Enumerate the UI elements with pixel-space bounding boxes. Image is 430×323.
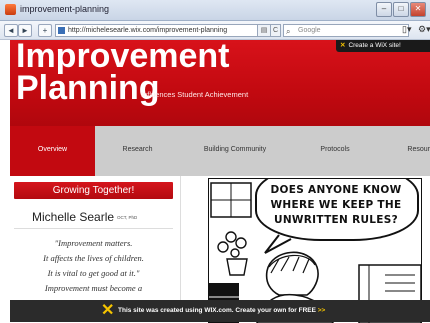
quote-line: It affects the lives of children.: [43, 253, 144, 263]
address-text: http://michelesearle.wix.com/improvement…: [68, 27, 228, 34]
quote-line: Improvement must become a: [44, 283, 143, 293]
back-button[interactable]: ◄: [4, 24, 18, 37]
search-placeholder: Google: [298, 27, 321, 34]
wix-promo-message: This site was created using WIX.com. Cre…: [118, 300, 325, 322]
author-credentials: OCT, PhD: [117, 215, 138, 221]
quote-line: "Improvement matters.: [54, 238, 133, 248]
nav-item-overview[interactable]: Overview: [10, 126, 95, 176]
forward-button[interactable]: ►: [18, 24, 32, 37]
author-name: Michelle Searle OCT, PhD: [32, 210, 137, 224]
wix-promo-bar[interactable]: ✕ This site was created using WIX.com. C…: [10, 300, 430, 322]
site-nav: Overview Research Building Community Pro…: [10, 126, 430, 176]
window-titlebar: improvement-planning – □ ✕: [0, 0, 430, 21]
quote-line: It is vital to get good at it.": [47, 268, 140, 278]
nav-item-research[interactable]: Research: [95, 126, 180, 176]
address-bar[interactable]: http://michelesearle.wix.com/improvement…: [55, 24, 265, 37]
sidebar-divider: [14, 228, 173, 229]
wix-promo-text: This site was created using WIX.com. Cre…: [118, 307, 316, 314]
refresh-button[interactable]: C: [270, 24, 281, 37]
create-wix-site-label: Create a WiX site!: [348, 42, 401, 49]
site-favicon-icon: [58, 27, 65, 34]
logo-line-2: Planning: [16, 69, 160, 107]
minimize-button[interactable]: –: [376, 2, 392, 17]
page-menu-icon[interactable]: ▯▾: [402, 24, 411, 35]
wix-promo-arrows: >>: [317, 307, 326, 314]
rss-icon[interactable]: ▤: [257, 24, 271, 37]
nav-item-resources[interactable]: Resour: [380, 126, 430, 176]
wix-x-icon: ✕: [340, 42, 346, 49]
create-wix-site-link[interactable]: ✕ Create a WiX site!: [336, 40, 430, 52]
window-controls: – □ ✕: [376, 2, 426, 17]
wix-x-icon: ✕: [101, 302, 115, 319]
site-tagline: Influences Student Achievement: [141, 90, 249, 99]
search-box[interactable]: ⌕ Google: [283, 24, 409, 37]
window-title: improvement-planning: [20, 4, 110, 14]
browser-logo-icon: [5, 4, 16, 15]
maximize-button[interactable]: □: [393, 2, 409, 17]
close-button[interactable]: ✕: [410, 2, 426, 17]
nav-item-protocols[interactable]: Protocols: [290, 126, 380, 176]
search-icon: ⌕: [286, 27, 291, 36]
nav-item-building-community[interactable]: Building Community: [180, 126, 290, 176]
tools-menu-icon[interactable]: ⚙▾: [418, 24, 430, 35]
author-name-text: Michelle Searle: [32, 210, 115, 224]
new-tab-button[interactable]: +: [38, 24, 52, 37]
growing-together-button[interactable]: Growing Together!: [14, 182, 173, 199]
site-header: Improvement Planning Influences Student …: [10, 38, 430, 126]
